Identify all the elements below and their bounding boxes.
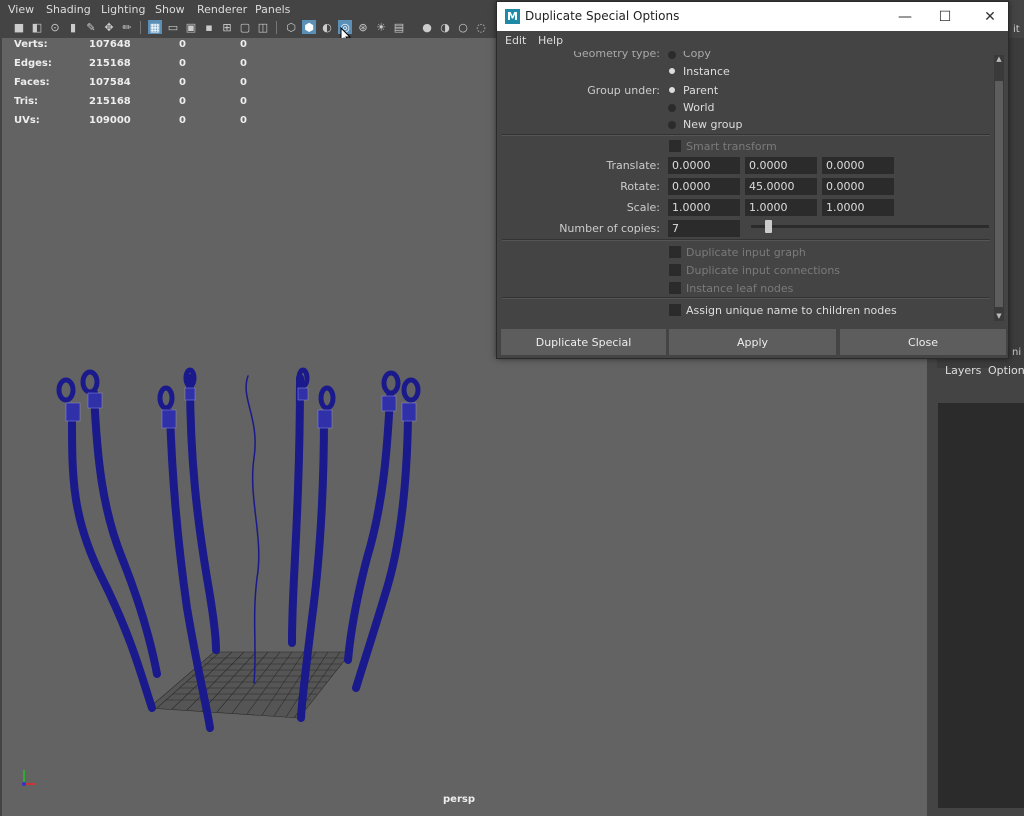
resolution-gate-icon[interactable]: ▣ (184, 20, 198, 34)
image-plane-icon[interactable]: ▮ (66, 20, 80, 34)
scrollbar-thumb[interactable] (995, 81, 1003, 307)
duplicate-special-button[interactable]: Duplicate Special (501, 329, 666, 355)
safe-title-icon[interactable]: ◫ (256, 20, 270, 34)
smart-transform-checkbox[interactable] (669, 140, 681, 152)
assign-unique-name-checkbox[interactable] (669, 304, 681, 316)
menu-show[interactable]: Show (155, 3, 185, 16)
grease-pencil-icon[interactable]: ✎ (84, 20, 98, 34)
rope-loops (56, 367, 421, 411)
film-gate-icon[interactable]: ▭ (166, 20, 180, 34)
two-d-pan-icon[interactable]: ✥ (102, 20, 116, 34)
rotate-x-field[interactable] (668, 178, 740, 195)
section-divider (502, 240, 990, 241)
field-chart-icon[interactable]: ⊞ (220, 20, 234, 34)
apply-button[interactable]: Apply (669, 329, 836, 355)
camera-name-label: persp (443, 794, 475, 805)
gate-mask-icon[interactable]: ▪ (202, 20, 216, 34)
group-parent-label: Parent (683, 84, 719, 97)
geometry-type-label: Geometry type: (573, 51, 660, 60)
translate-label: Translate: (606, 159, 660, 172)
use-all-lights-icon[interactable]: ☀ (374, 20, 388, 34)
motion-blur-icon[interactable]: ◑ (438, 20, 452, 34)
view-axis-icon (22, 770, 36, 786)
maximize-icon[interactable]: ☐ (922, 2, 968, 31)
dup-input-connections-checkbox[interactable] (669, 264, 681, 276)
copies-label: Number of copies: (559, 222, 660, 235)
grid-icon[interactable]: ▦ (148, 20, 162, 34)
shadows-icon[interactable]: ▤ (392, 20, 406, 34)
instance-leaf-checkbox[interactable] (669, 282, 681, 294)
pencil-icon[interactable]: ✏ (120, 20, 134, 34)
menu-panels[interactable]: Panels (255, 3, 290, 16)
assign-unique-name-label: Assign unique name to children nodes (686, 304, 897, 317)
geometry-copy-label: Copy (683, 51, 711, 60)
screen-space-ao-icon[interactable]: ● (420, 20, 434, 34)
wireframe-icon[interactable]: ⬡ (284, 20, 298, 34)
copies-slider-handle[interactable] (764, 220, 772, 233)
ground-grid (148, 651, 352, 719)
geometry-copy-radio[interactable] (668, 51, 676, 59)
close-icon[interactable]: ✕ (967, 2, 1013, 31)
layer-list[interactable] (938, 403, 1024, 808)
anti-aliasing-icon[interactable]: ○ (456, 20, 470, 34)
dialog-title: Duplicate Special Options (525, 9, 680, 23)
smooth-shade-icon[interactable]: ⬢ (302, 20, 316, 34)
scroll-up-icon[interactable]: ▲ (994, 55, 1004, 64)
geometry-instance-label: Instance (683, 65, 730, 78)
options-menu[interactable]: Option (988, 364, 1024, 377)
group-world-radio[interactable] (668, 104, 676, 112)
bookmark-icon[interactable]: ⊙ (48, 20, 62, 34)
menu-lighting[interactable]: Lighting (101, 3, 145, 16)
scale-y-field[interactable] (745, 199, 817, 216)
translate-x-field[interactable] (668, 157, 740, 174)
copies-field[interactable] (668, 220, 740, 237)
translate-z-field[interactable] (822, 157, 894, 174)
menu-renderer[interactable]: Renderer (197, 3, 247, 16)
close-button[interactable]: Close (840, 329, 1006, 355)
dialog-options-body: Geometry type: Copy Instance Group under… (502, 51, 993, 324)
depth-of-field-icon[interactable]: ◌ (474, 20, 488, 34)
dup-input-graph-label: Duplicate input graph (686, 246, 806, 259)
dialog-scrollbar[interactable]: ▲ ▼ (994, 55, 1004, 321)
group-under-label: Group under: (587, 84, 660, 97)
toolbar-separator (276, 21, 277, 34)
dup-input-connections-label: Duplicate input connections (686, 264, 841, 277)
camera-icon[interactable]: ■ (12, 20, 26, 34)
default-material-icon[interactable]: ◐ (320, 20, 334, 34)
menu-edit[interactable]: Edit (505, 34, 526, 47)
scroll-down-icon[interactable]: ▼ (994, 312, 1004, 321)
menu-shading[interactable]: Shading (46, 3, 91, 16)
rotate-label: Rotate: (620, 180, 660, 193)
menu-help[interactable]: Help (538, 34, 563, 47)
rotate-z-field[interactable] (822, 178, 894, 195)
scale-label: Scale: (626, 201, 660, 214)
maya-logo-icon: M (505, 9, 520, 24)
camera-attributes-icon[interactable]: ◧ (30, 20, 44, 34)
scale-x-field[interactable] (668, 199, 740, 216)
toolbar-separator (140, 21, 141, 34)
section-divider (502, 298, 990, 299)
scale-z-field[interactable] (822, 199, 894, 216)
duplicate-special-dialog: M Duplicate Special Options — ☐ ✕ Edit H… (496, 1, 1009, 359)
menu-view[interactable]: View (8, 3, 34, 16)
copies-slider-track[interactable] (751, 225, 989, 228)
dialog-title-bar[interactable]: M Duplicate Special Options — ☐ ✕ (497, 2, 1008, 31)
right-panel-cut-label: it (1013, 24, 1020, 35)
geometry-instance-radio[interactable] (669, 68, 675, 74)
dup-input-graph-checkbox[interactable] (669, 246, 681, 258)
rope-knots (65, 387, 417, 429)
safe-action-icon[interactable]: ▢ (238, 20, 252, 34)
group-new-radio[interactable] (668, 121, 676, 129)
right-panel-cut-label: ni (1012, 347, 1022, 358)
smart-transform-label: Smart transform (686, 140, 777, 153)
section-divider (502, 135, 990, 136)
instance-leaf-label: Instance leaf nodes (686, 282, 794, 295)
group-parent-radio[interactable] (669, 87, 675, 93)
group-world-label: World (683, 101, 715, 114)
dialog-menu-bar: Edit Help (497, 31, 1008, 51)
translate-y-field[interactable] (745, 157, 817, 174)
group-new-label: New group (683, 118, 743, 131)
layers-menu[interactable]: Layers (945, 364, 981, 377)
rotate-y-field[interactable] (745, 178, 817, 195)
